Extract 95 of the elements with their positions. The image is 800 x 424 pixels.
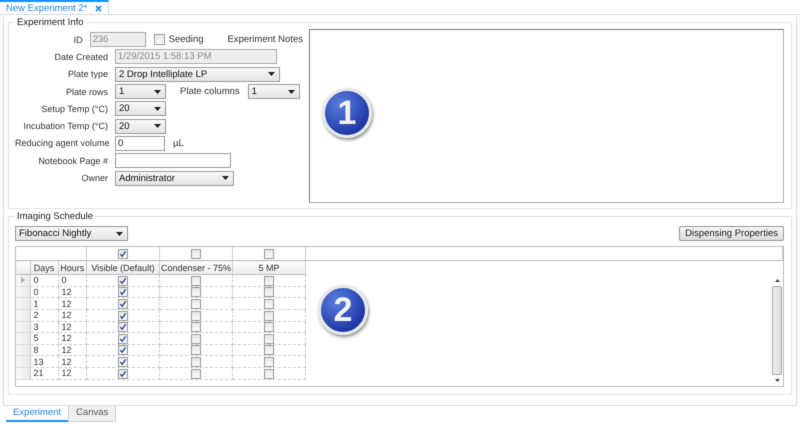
dropdown[interactable]: 1 [115, 84, 166, 100]
field-label: Notebook Page # [37, 154, 108, 167]
field-label: Reducing agent volume [15, 137, 108, 150]
checkbox[interactable] [118, 276, 128, 286]
dispensing-properties-button[interactable]: Dispensing Properties [679, 226, 784, 241]
table-cell: 21 [30, 368, 58, 380]
table-cell: 2 [30, 309, 58, 321]
checkbox[interactable] [118, 248, 128, 259]
checkbox[interactable] [118, 298, 128, 309]
caret-icon [116, 232, 123, 236]
caret-icon [268, 72, 275, 76]
text-field[interactable] [115, 153, 231, 168]
tab[interactable]: Canvas [68, 406, 116, 422]
caret-icon [154, 90, 161, 94]
checkbox[interactable] [118, 334, 128, 344]
table-cell: 12 [58, 368, 86, 380]
number-badge: 1 [322, 88, 372, 138]
group-title: Experiment Info [16, 17, 85, 28]
scroll-down-icon[interactable] [774, 379, 780, 382]
checkbox[interactable] [118, 310, 128, 320]
document-tab[interactable]: New Experiment 2* [0, 0, 110, 14]
checkbox[interactable] [264, 310, 274, 320]
field-label: Plate rows [64, 86, 108, 98]
column-header: Visible (Default) [86, 260, 160, 274]
row-header[interactable] [16, 274, 30, 286]
caret-icon [154, 106, 161, 111]
field-label: Owner [80, 172, 108, 184]
checkbox[interactable] [264, 287, 274, 298]
table-cell: 0 [58, 274, 86, 286]
checkbox[interactable] [191, 276, 201, 286]
checkbox[interactable] [264, 248, 274, 259]
scroll-up-icon[interactable] [774, 279, 780, 282]
checkbox[interactable] [264, 298, 274, 309]
table-cell: 13 [30, 356, 58, 368]
table-cell: 1 [30, 298, 58, 310]
checkbox[interactable] [191, 298, 201, 309]
table-cell: 12 [58, 344, 86, 356]
table-cell: 12 [58, 356, 86, 368]
checkbox[interactable] [191, 287, 201, 298]
close-icon[interactable] [95, 4, 102, 12]
table-cell: 0 [30, 274, 58, 286]
checkbox[interactable] [191, 368, 201, 379]
field-label: Plate columns [180, 86, 240, 98]
dropdown[interactable]: 2 Drop Intelliplate LP [115, 66, 280, 82]
number-badge: 2 [318, 285, 368, 335]
column-header: Condenser - 75% [160, 260, 232, 274]
checkbox[interactable] [118, 368, 128, 379]
checkbox[interactable] [264, 345, 274, 356]
field-label: Plate type [66, 68, 108, 80]
field-label: µL [173, 138, 184, 149]
dropdown[interactable]: Administrator [115, 170, 234, 186]
checkbox[interactable] [118, 345, 128, 356]
field-label: Setup Temp (°C) [40, 102, 108, 115]
checkbox[interactable] [264, 334, 274, 344]
checkbox[interactable] [264, 368, 274, 379]
table-cell: 12 [58, 298, 86, 310]
field-label: Incubation Temp (°C) [22, 120, 108, 132]
checkbox[interactable] [264, 276, 274, 286]
schedule-dropdown[interactable]: Fibonacci Nightly [15, 226, 128, 241]
text-field[interactable]: 0 [115, 136, 165, 151]
checkbox[interactable] [191, 357, 201, 367]
checkbox[interactable] [191, 248, 201, 259]
caret-icon [288, 90, 295, 94]
checkbox[interactable] [154, 34, 165, 46]
table-cell: 3 [30, 321, 58, 333]
column-header: Days [30, 260, 58, 274]
checkbox-label: Seeding [168, 34, 204, 46]
group-title: Imaging Schedule [16, 211, 94, 222]
row-pointer-icon [20, 277, 25, 284]
dropdown[interactable]: 1 [248, 84, 300, 100]
table-cell: 12 [58, 321, 86, 333]
caret-icon [222, 176, 229, 180]
checkbox[interactable] [191, 334, 201, 344]
column-header: 5 MP [232, 260, 306, 274]
table-cell: 12 [58, 332, 86, 344]
table-cell: 8 [30, 344, 58, 356]
checkbox[interactable] [118, 357, 128, 367]
checkbox[interactable] [264, 322, 274, 332]
field-label: ID [72, 34, 83, 46]
checkbox[interactable] [118, 287, 128, 298]
table-cell: 12 [58, 309, 86, 321]
table-cell: 12 [58, 286, 86, 298]
notes-field[interactable]: 1 [309, 29, 784, 203]
field-label: Date Created [53, 50, 108, 63]
dropdown[interactable]: 20 [115, 118, 166, 134]
checkbox[interactable] [191, 322, 201, 332]
checkbox[interactable] [191, 345, 201, 356]
dropdown[interactable]: 20 [115, 101, 166, 116]
checkbox[interactable] [191, 310, 201, 320]
table-cell: 5 [30, 332, 58, 344]
checkbox[interactable] [264, 357, 274, 367]
field-label: Experiment Notes [227, 34, 303, 46]
checkbox[interactable] [118, 322, 128, 332]
table-cell: 0 [30, 286, 58, 298]
caret-icon [154, 124, 161, 128]
